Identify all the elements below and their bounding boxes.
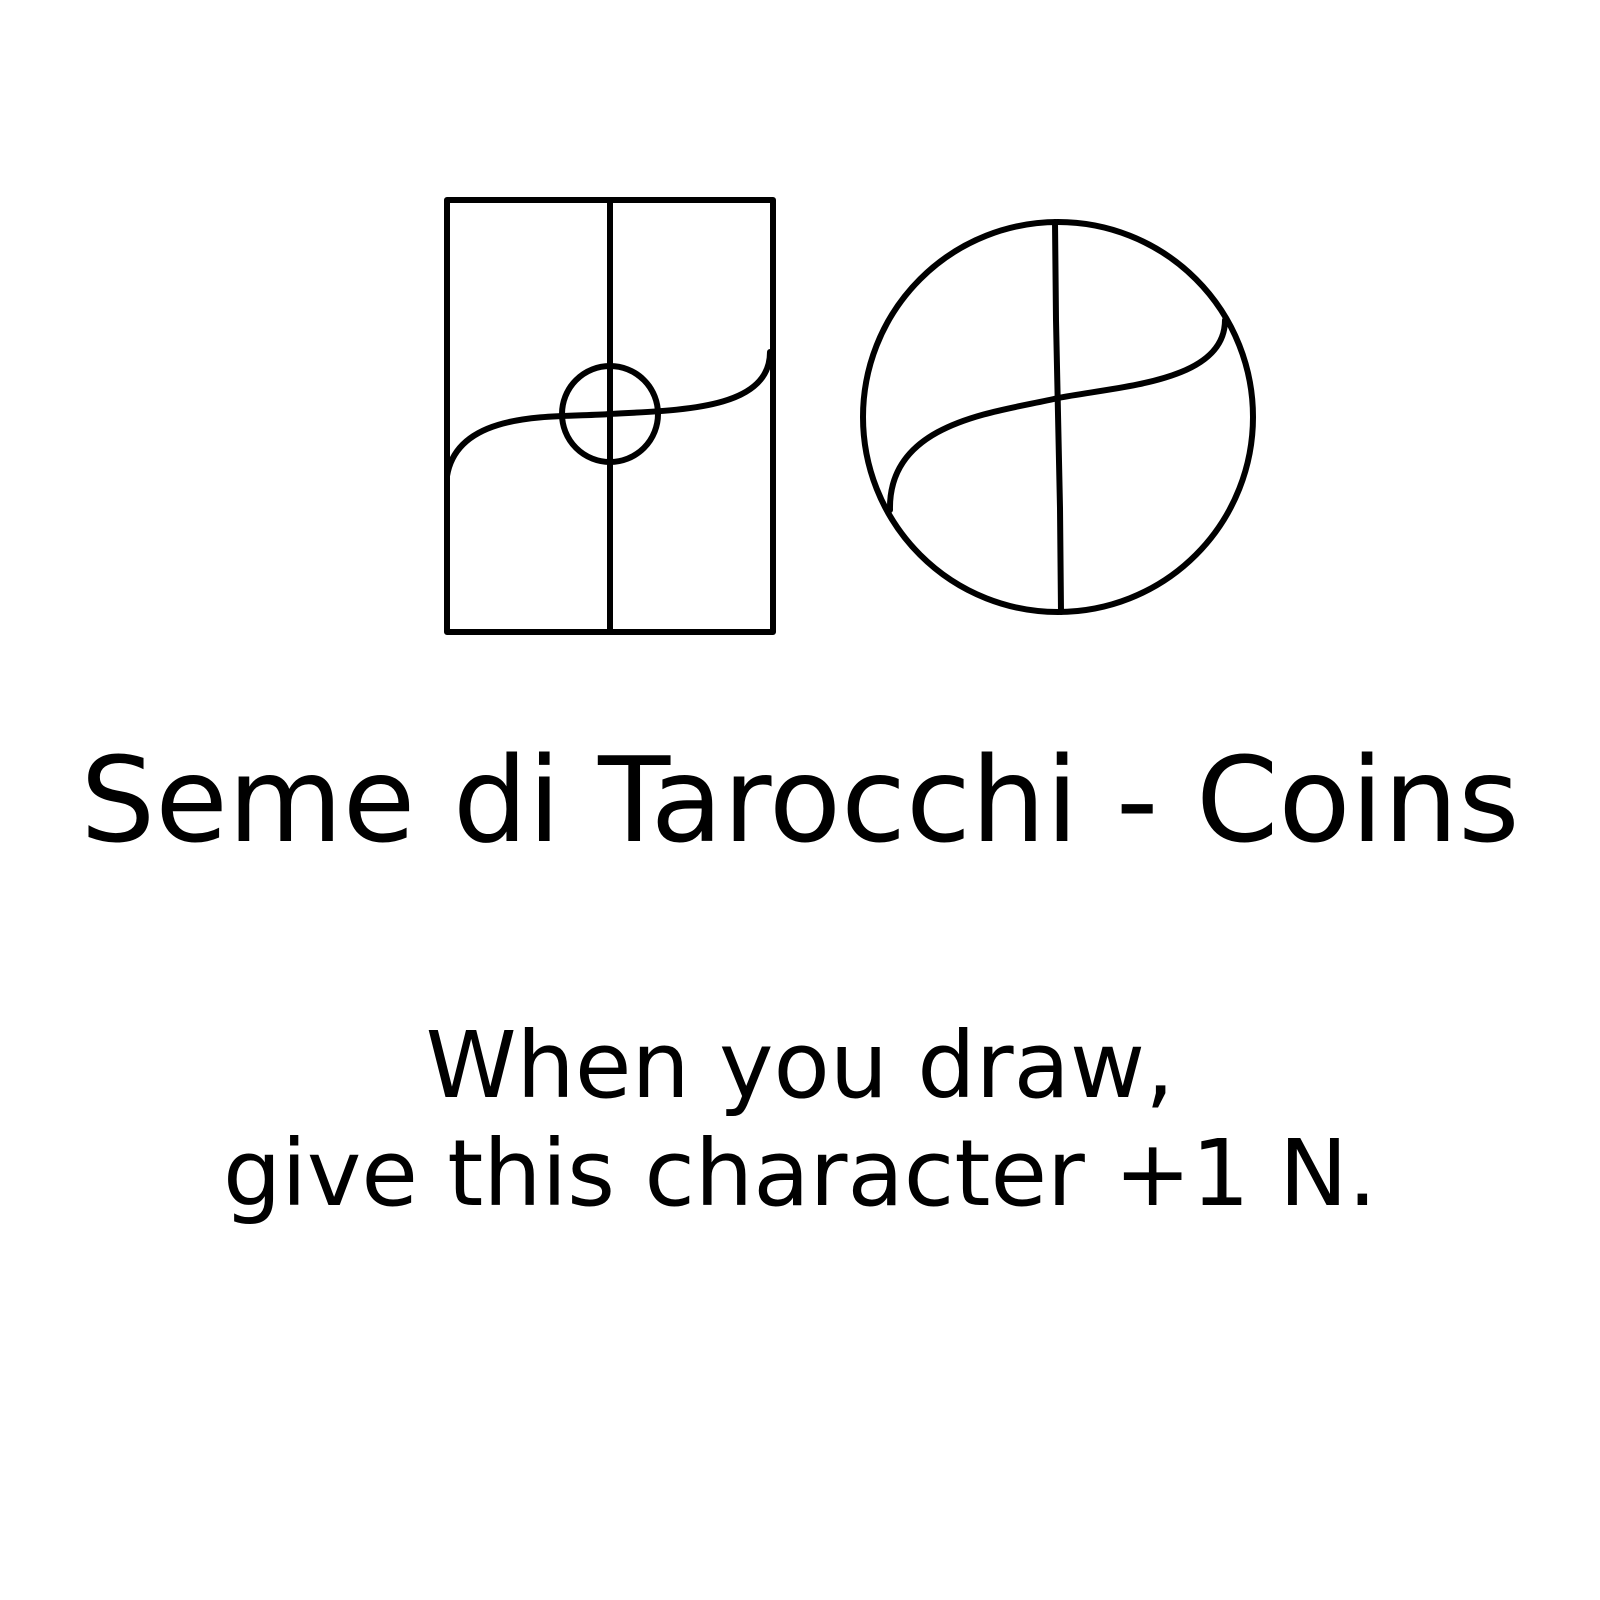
- suit-symbols: [444, 197, 1256, 635]
- description-line-1: When you draw,: [425, 1012, 1175, 1119]
- card-description: When you draw, give this character +1 N.: [0, 1012, 1600, 1228]
- description-line-2: give this character +1 N.: [222, 1120, 1378, 1227]
- coin-circle-glyph-icon: [860, 219, 1256, 615]
- card-title: Seme di Tarocchi - Coins: [80, 731, 1520, 869]
- card-rectangle-glyph-icon: [444, 197, 776, 635]
